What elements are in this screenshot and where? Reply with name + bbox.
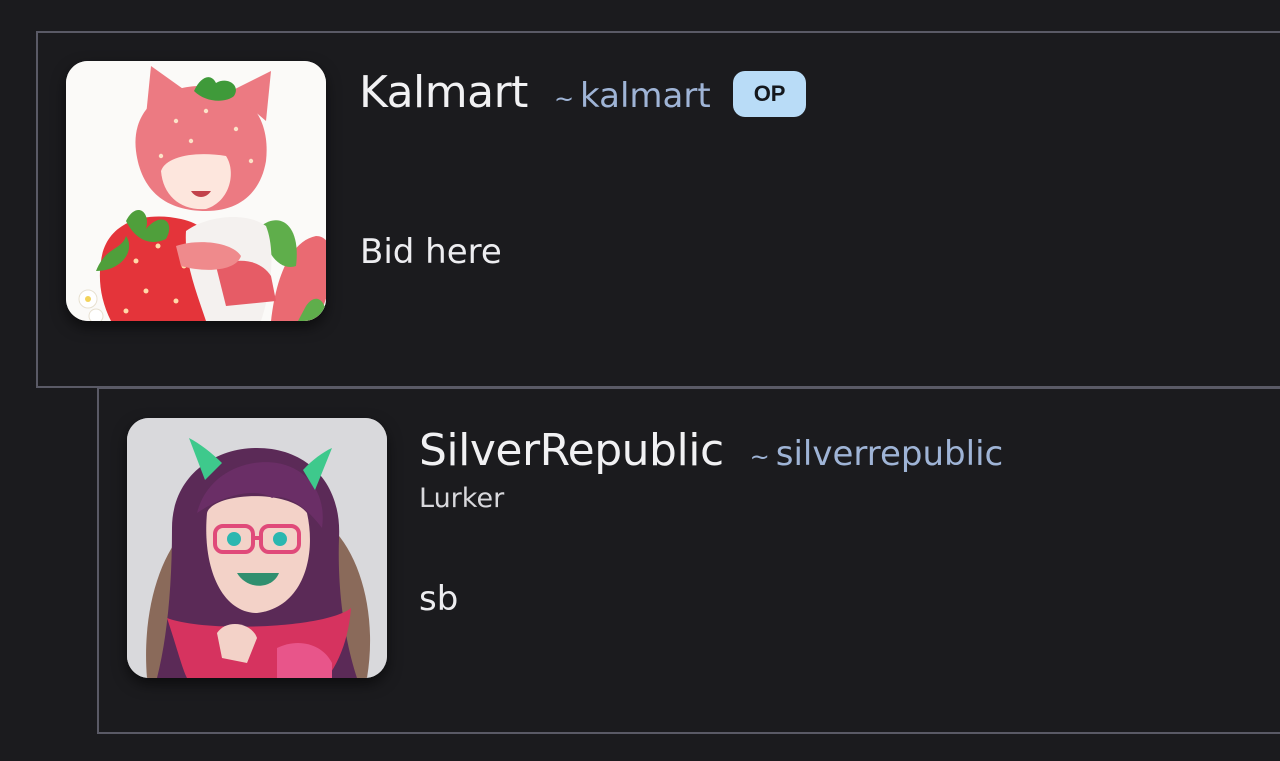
user-handle[interactable]: ~ silverrepublic xyxy=(750,434,1004,474)
handle-text: kalmart xyxy=(580,76,711,116)
comment-body: sb xyxy=(419,579,459,619)
op-badge: OP xyxy=(732,70,807,117)
user-avatar[interactable] xyxy=(127,418,387,678)
user-title: Lurker xyxy=(419,483,505,514)
comment-body: Bid here xyxy=(360,232,502,272)
comment-card: Kalmart ~ kalmart OP Bid here xyxy=(36,31,1280,388)
user-avatar[interactable] xyxy=(66,61,326,321)
display-name[interactable]: SilverRepublic xyxy=(419,425,724,476)
strawberry-cat-avatar-icon xyxy=(66,61,326,321)
handle-prefix: ~ xyxy=(749,443,770,471)
horned-girl-avatar-icon xyxy=(127,418,387,678)
reply-comment-card: SilverRepublic ~ silverrepublic Lurker sb xyxy=(97,387,1280,734)
handle-text: silverrepublic xyxy=(775,434,1004,474)
user-handle[interactable]: ~ kalmart xyxy=(554,76,711,116)
comment-header: Kalmart ~ kalmart OP xyxy=(359,67,807,118)
display-name[interactable]: Kalmart xyxy=(359,67,528,118)
comment-header: SilverRepublic ~ silverrepublic xyxy=(419,425,1003,476)
handle-prefix: ~ xyxy=(553,85,575,113)
